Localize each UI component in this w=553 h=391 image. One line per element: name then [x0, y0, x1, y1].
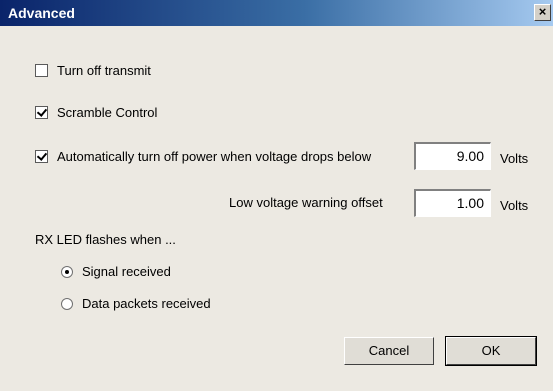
turn-off-transmit-checkbox[interactable]: [35, 64, 48, 77]
rx-data-packets-option[interactable]: Data packets received: [61, 296, 211, 311]
cutoff-voltage-input[interactable]: 9.00: [414, 142, 491, 170]
data-packets-radio[interactable]: [61, 297, 73, 310]
close-button[interactable]: ×: [534, 4, 551, 21]
signal-received-label: Signal received: [82, 264, 171, 279]
cancel-button[interactable]: Cancel: [344, 337, 434, 365]
auto-power-off-option[interactable]: Automatically turn off power when voltag…: [35, 149, 371, 164]
cutoff-voltage-unit: Volts: [500, 151, 529, 166]
auto-power-off-checkbox[interactable]: [35, 150, 48, 163]
scramble-control-option[interactable]: Scramble Control: [35, 105, 157, 120]
rx-led-heading: RX LED flashes when ...: [35, 232, 176, 247]
dialog-body: Turn off transmit Scramble Control Autom…: [0, 26, 553, 391]
auto-power-off-label: Automatically turn off power when voltag…: [57, 149, 372, 164]
turn-off-transmit-option[interactable]: Turn off transmit: [35, 63, 151, 78]
title-bar: Advanced ×: [0, 0, 553, 26]
turn-off-transmit-label: Turn off transmit: [57, 63, 151, 78]
rx-signal-received-option[interactable]: Signal received: [61, 264, 171, 279]
warning-offset-unit: Volts: [500, 198, 529, 213]
ok-button[interactable]: OK: [445, 336, 537, 366]
close-icon: ×: [538, 4, 547, 19]
scramble-control-checkbox[interactable]: [35, 106, 48, 119]
scramble-control-label: Scramble Control: [57, 105, 158, 120]
data-packets-label: Data packets received: [82, 296, 211, 311]
signal-received-radio[interactable]: [61, 265, 73, 278]
warning-offset-input[interactable]: 1.00: [414, 189, 491, 217]
warning-offset-label: Low voltage warning offset: [229, 195, 383, 210]
window-title: Advanced: [8, 5, 75, 21]
